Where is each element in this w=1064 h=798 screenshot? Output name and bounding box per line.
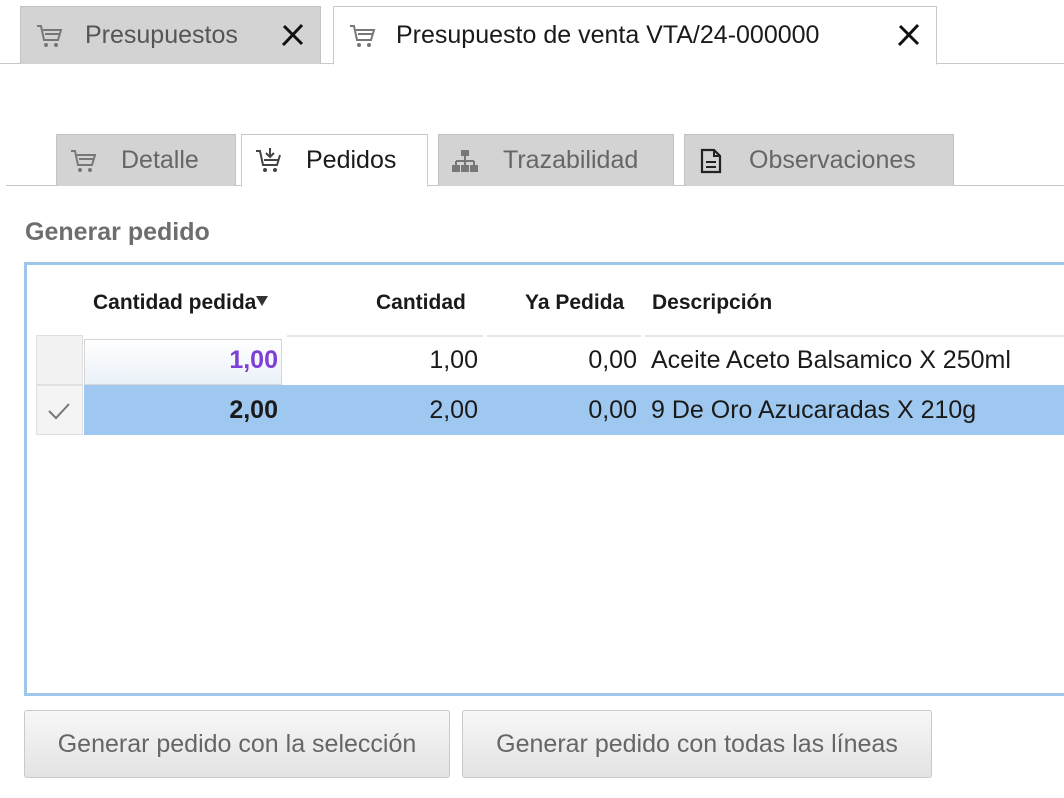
cell-cantidad: 2,00	[429, 396, 478, 424]
cell-ya-pedida: 0,00	[588, 396, 637, 424]
tab-label: Pedidos	[306, 146, 397, 174]
cell-ya-pedida: 0,00	[588, 346, 637, 374]
tab-label: Detalle	[121, 146, 199, 174]
sort-arrow-icon	[256, 296, 268, 306]
document-icon	[700, 148, 722, 173]
row-select-checkbox[interactable]	[36, 385, 83, 435]
tab-label: Trazabilidad	[503, 146, 639, 174]
table-header: Cantidad pedida Cantidad Ya Pedida Descr…	[27, 265, 1064, 337]
document-tab-bar: Presupuestos Presupuesto de venta VTA/24…	[0, 0, 1064, 65]
cart-icon	[71, 149, 97, 172]
cart-icon	[37, 24, 63, 47]
table-row[interactable]: 1,00 1,00 0,00 Aceite Aceto Balsamico X …	[27, 335, 1064, 385]
cart-icon	[350, 24, 376, 47]
tab-pedidos[interactable]: Pedidos	[241, 134, 428, 187]
column-header-cantidad-pedida[interactable]: Cantidad pedida	[93, 291, 256, 315]
cell-cantidad-pedida[interactable]: 2,00	[84, 385, 278, 435]
close-icon[interactable]	[896, 22, 922, 48]
order-lines-table: Cantidad pedida Cantidad Ya Pedida Descr…	[24, 262, 1064, 696]
tab-presupuesto-venta[interactable]: Presupuesto de venta VTA/24-000000	[333, 6, 937, 65]
tab-label: Presupuesto de venta VTA/24-000000	[396, 21, 820, 49]
cell-cantidad-pedida[interactable]: 1,00	[84, 335, 278, 385]
tab-detalle[interactable]: Detalle	[56, 134, 236, 186]
cell-descripcion: Aceite Aceto Balsamico X 250ml	[651, 346, 1011, 374]
tab-label: Observaciones	[749, 146, 916, 174]
column-header-ya-pedida[interactable]: Ya Pedida	[525, 291, 624, 315]
section-title: Generar pedido	[25, 218, 210, 246]
table-row[interactable]: 2,00 2,00 0,00 9 De Oro Azucaradas X 210…	[27, 385, 1064, 435]
tab-trazabilidad[interactable]: Trazabilidad	[438, 134, 674, 186]
page: Presupuestos Presupuesto de venta VTA/24…	[0, 0, 1064, 798]
tab-observaciones[interactable]: Observaciones	[684, 134, 954, 186]
column-header-cantidad[interactable]: Cantidad	[376, 291, 466, 315]
close-icon[interactable]	[280, 22, 306, 48]
checkmark-icon	[48, 403, 70, 420]
cell-cantidad: 1,00	[429, 346, 478, 374]
row-select-checkbox[interactable]	[36, 335, 83, 385]
tab-label: Presupuestos	[85, 21, 238, 49]
column-header-descripcion[interactable]: Descripción	[652, 291, 772, 315]
generate-order-selection-button[interactable]: Generar pedido con la selección	[24, 710, 450, 778]
sub-tab-bar: Detalle Pedidos Trazabilidad Observacion…	[6, 134, 1064, 187]
tab-presupuestos[interactable]: Presupuestos	[20, 6, 321, 64]
cart-download-icon	[256, 147, 281, 172]
hierarchy-icon	[452, 149, 478, 172]
cell-descripcion: 9 De Oro Azucaradas X 210g	[651, 396, 977, 424]
generate-order-all-lines-button[interactable]: Generar pedido con todas las líneas	[462, 710, 932, 778]
